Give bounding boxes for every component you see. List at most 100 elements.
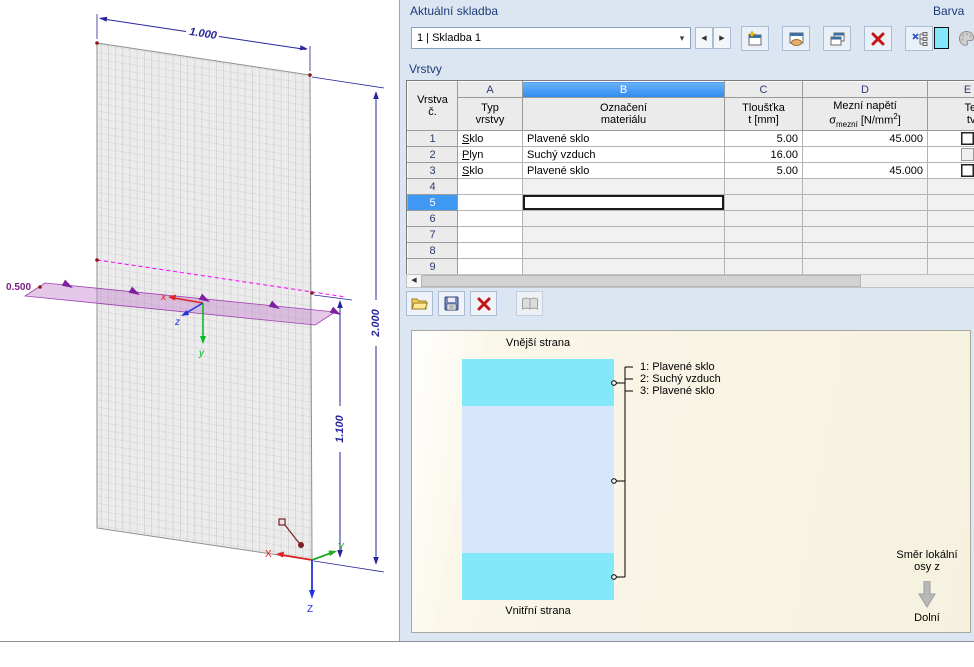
typ-cell[interactable]: Sklo: [457, 162, 523, 179]
limit-stress-cell[interactable]: 45.000: [802, 162, 928, 179]
thickness-cell: [724, 178, 803, 195]
column-header-A[interactable]: A: [457, 81, 523, 98]
open-folder-icon: [411, 298, 428, 310]
model-viewport[interactable]: 1.000 2.000 1.100 0.500 x z y X Y Z: [0, 0, 399, 641]
tempered-checkbox[interactable]: [961, 132, 974, 145]
tempered-checkbox[interactable]: [961, 164, 974, 177]
material-cell[interactable]: Suchý vzduch: [522, 146, 725, 163]
limit-stress-cell: [802, 258, 928, 275]
delete-composition-button[interactable]: [864, 26, 892, 51]
legend-item: 2: Suchý vzduch: [640, 373, 721, 385]
dim-section-value: 1.100: [334, 414, 346, 442]
global-axis-x-label: X: [265, 549, 272, 560]
material-cell-focused[interactable]: [522, 194, 725, 211]
header-mezni-napeti: Mezní napětí σmezní [N/mm2]: [802, 97, 928, 131]
table-row: 2 Plyn Suchý vzduch 16.00: [407, 146, 974, 163]
row-number[interactable]: 7: [407, 226, 458, 243]
column-header-C[interactable]: C: [724, 81, 803, 98]
hierarchy-icon: [911, 31, 927, 46]
local-axis-direction-label: Směr lokální osy z: [896, 549, 958, 573]
save-floppy-icon: [444, 296, 459, 311]
thickness-cell: [724, 258, 803, 275]
typ-cell[interactable]: Plyn: [457, 146, 523, 163]
dim-band-value: 0.500: [6, 282, 31, 293]
new-composition-button[interactable]: [741, 26, 769, 51]
copy-icon: [830, 32, 844, 45]
tempered-cell: [927, 226, 974, 243]
glass-layer-3: [462, 553, 614, 600]
rename-window-icon: [789, 32, 803, 46]
typ-cell[interactable]: [457, 242, 523, 259]
table-row: 8: [407, 242, 974, 259]
delete-layers-button[interactable]: [470, 291, 497, 316]
gas-layer-2: [462, 406, 614, 553]
column-header-B[interactable]: B: [522, 81, 725, 98]
typ-cell[interactable]: [457, 194, 523, 211]
book-icon: [521, 297, 538, 310]
limit-stress-cell: [802, 226, 928, 243]
limit-stress-cell[interactable]: [802, 146, 928, 163]
column-header-D[interactable]: D: [802, 81, 928, 98]
copy-composition-button[interactable]: [823, 26, 851, 51]
header-typ-vrstvy: Typ vrstvy: [457, 97, 523, 131]
header-oznaceni-materialu: Označení materiálu: [522, 97, 725, 131]
library-button[interactable]: [516, 291, 543, 316]
typ-cell[interactable]: Sklo: [457, 130, 523, 147]
layers-table: Vrstva č. A B C D E Typ vrstvy Označení mat…: [406, 80, 974, 276]
down-arrow-icon: [918, 581, 936, 608]
limit-stress-cell: [802, 242, 928, 259]
corner-header: Vrstva č.: [407, 81, 458, 131]
row-number[interactable]: 3: [407, 162, 458, 179]
row-number-selected[interactable]: 5: [407, 194, 458, 211]
legend-item: 1: Plavené sklo: [640, 361, 715, 373]
scrollbar-thumb[interactable]: [421, 275, 861, 287]
material-cell: [522, 178, 725, 195]
typ-cell[interactable]: [457, 210, 523, 227]
row-number[interactable]: 2: [407, 146, 458, 163]
table-row: 4: [407, 178, 974, 195]
delete-icon: [871, 32, 885, 45]
tempered-cell: [927, 258, 974, 275]
row-number[interactable]: 6: [407, 210, 458, 227]
row-number[interactable]: 9: [407, 258, 458, 275]
rename-composition-button[interactable]: [782, 26, 810, 51]
composition-prev-button[interactable]: ◀: [695, 27, 713, 49]
organize-compositions-button[interactable]: [905, 26, 933, 51]
table-row: 6: [407, 210, 974, 227]
tempered-cell: [927, 162, 974, 179]
composition-group-title: Aktuální skladba: [410, 4, 499, 18]
row-number[interactable]: 8: [407, 242, 458, 259]
thickness-cell[interactable]: 5.00: [724, 162, 803, 179]
material-cell: [522, 226, 725, 243]
material-cell: [522, 242, 725, 259]
tempered-cell: [927, 178, 974, 195]
thickness-cell[interactable]: 16.00: [724, 146, 803, 163]
typ-cell[interactable]: [457, 178, 523, 195]
row-number[interactable]: 1: [407, 130, 458, 147]
save-composition-button[interactable]: [438, 291, 465, 316]
typ-cell[interactable]: [457, 258, 523, 275]
material-cell[interactable]: Plavené sklo: [522, 130, 725, 147]
tempered-cell: [927, 194, 974, 211]
limit-stress-cell[interactable]: 45.000: [802, 130, 928, 147]
table-row-selected: 5: [407, 194, 974, 211]
global-axis-z-label: Z: [307, 604, 313, 615]
local-axis-x-label: x: [160, 292, 167, 303]
composition-next-button[interactable]: ▶: [713, 27, 731, 49]
dialog-footer: [0, 641, 974, 667]
header-tepelne-tvrzene: Tepelnětvrzené: [927, 97, 974, 131]
typ-cell[interactable]: [457, 226, 523, 243]
table-row: 9: [407, 258, 974, 275]
composition-combobox[interactable]: 1 | Skladba 1 ▾: [411, 27, 691, 49]
table-horizontal-scrollbar[interactable]: ◀: [406, 274, 974, 288]
material-cell[interactable]: Plavené sklo: [522, 162, 725, 179]
column-header-E[interactable]: E: [927, 81, 974, 98]
scroll-left-arrow-icon[interactable]: ◀: [407, 275, 422, 287]
tempered-cell: [927, 210, 974, 227]
composition-color-swatch[interactable]: [934, 27, 949, 49]
chevron-down-icon[interactable]: ▾: [674, 33, 690, 44]
thickness-cell[interactable]: 5.00: [724, 130, 803, 147]
open-composition-button[interactable]: [406, 291, 433, 316]
row-number[interactable]: 4: [407, 178, 458, 195]
table-row: 3 Sklo Plavené sklo 5.00 45.000: [407, 162, 974, 179]
